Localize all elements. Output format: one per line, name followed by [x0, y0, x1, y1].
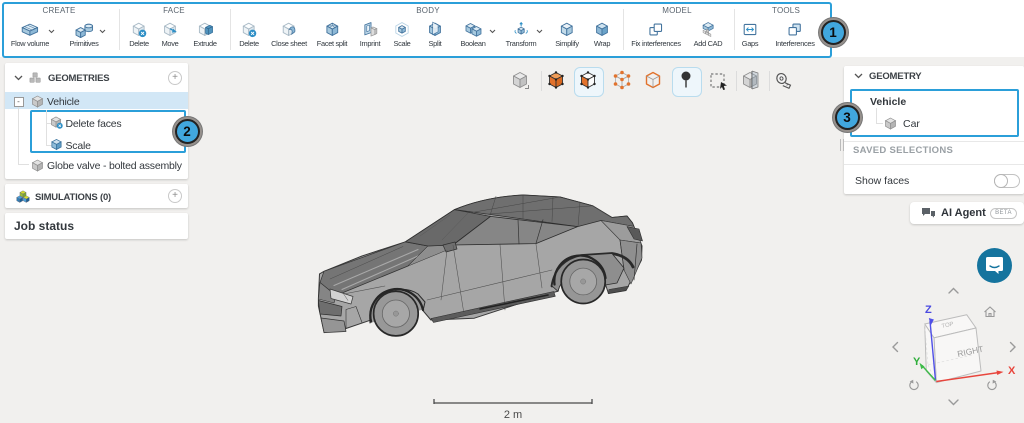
svg-text:Y: Y — [913, 356, 921, 368]
svg-text:2 m: 2 m — [504, 409, 522, 421]
svg-text:X: X — [1008, 365, 1016, 377]
svg-text:Z: Z — [925, 304, 932, 316]
